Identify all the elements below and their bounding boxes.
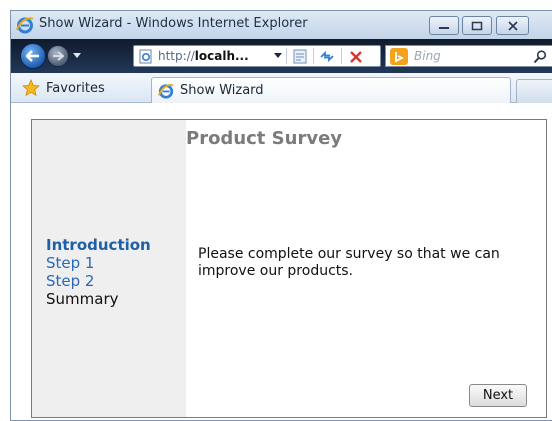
favorites-star-icon: [22, 79, 40, 97]
window-title: Show Wizard - Windows Internet Explorer: [39, 16, 308, 31]
address-divider: [313, 48, 314, 64]
back-arrow-icon: [26, 50, 39, 62]
tab-show-wizard[interactable]: Show Wizard: [151, 77, 511, 103]
forward-button[interactable]: [47, 45, 69, 67]
maximize-button[interactable]: [462, 16, 492, 35]
address-divider: [286, 48, 287, 64]
forward-arrow-icon: [53, 51, 64, 61]
search-placeholder: Bing: [414, 49, 441, 63]
search-box[interactable]: Bing: [385, 45, 552, 67]
favorites-label: Favorites: [46, 80, 105, 96]
maximize-icon: [471, 21, 483, 30]
search-icon[interactable]: [532, 49, 548, 65]
wizard-panel: Introduction Step 1 Step 2 Summary Produ…: [31, 119, 547, 418]
ie-logo-icon: [16, 17, 34, 34]
wizard-step-step-2[interactable]: Step 2: [46, 272, 151, 290]
wizard-step-step-1[interactable]: Step 1: [46, 254, 151, 272]
navigation-bar: http://localh... Bing: [11, 39, 552, 73]
back-button[interactable]: [20, 43, 46, 69]
new-tab-button[interactable]: [516, 79, 552, 103]
address-url[interactable]: http://localh...: [158, 49, 249, 63]
address-divider: [341, 48, 342, 64]
close-button[interactable]: [496, 16, 529, 35]
url-host: localh...: [194, 49, 249, 63]
stop-icon[interactable]: [348, 49, 364, 65]
wizard-step-introduction: Introduction: [46, 236, 151, 254]
address-bar[interactable]: http://localh...: [133, 45, 381, 67]
page-icon: [139, 49, 152, 64]
page-content: Introduction Step 1 Step 2 Summary Produ…: [11, 103, 552, 420]
minimize-button[interactable]: [429, 16, 459, 35]
url-prefix: http://: [158, 49, 195, 63]
favorites-button[interactable]: Favorites: [20, 76, 138, 100]
refresh-icon[interactable]: [318, 48, 336, 65]
wizard-title: Product Survey: [186, 128, 343, 149]
title-bar[interactable]: Show Wizard - Windows Internet Explorer: [11, 11, 552, 39]
wizard-sidebar: Introduction Step 1 Step 2 Summary: [32, 120, 186, 417]
wizard-body-text: Please complete our survey so that we ca…: [198, 246, 500, 279]
tab-label: Show Wizard: [180, 83, 264, 98]
close-icon: [507, 20, 518, 31]
next-button[interactable]: Next: [469, 384, 527, 407]
wizard-step-summary: Summary: [46, 290, 119, 308]
compatibility-view-icon[interactable]: [291, 48, 309, 65]
bing-logo-icon: [390, 48, 408, 65]
wizard-step-list: Introduction Step 1 Step 2 Summary: [46, 236, 151, 308]
chevron-down-icon[interactable]: [73, 53, 81, 59]
address-dropdown-icon[interactable]: [274, 53, 282, 59]
favorites-bar: Favorites Show Wizard: [11, 73, 552, 103]
minimize-icon: [439, 26, 449, 29]
ie-logo-icon: [158, 83, 174, 99]
browser-window: Show Wizard - Windows Internet Explorer …: [10, 10, 552, 421]
